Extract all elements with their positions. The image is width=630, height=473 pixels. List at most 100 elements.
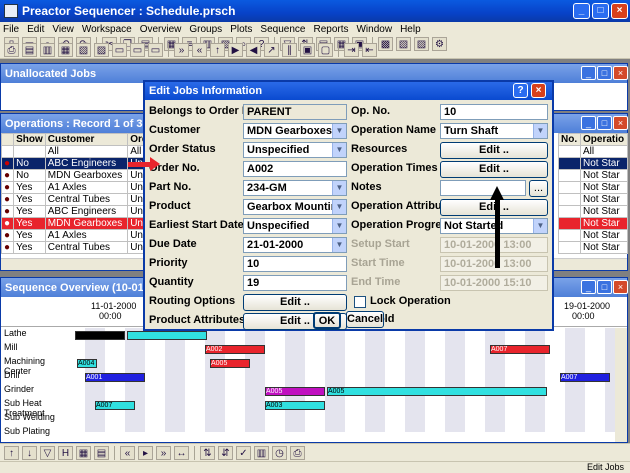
- fast-forward-icon[interactable]: »: [156, 445, 171, 460]
- chevron-down-icon[interactable]: ▼: [332, 143, 346, 157]
- part-no-select[interactable]: 234-GM ▼: [243, 180, 347, 196]
- table-row[interactable]: ● Yes Central Tubes Uns: [0, 241, 151, 254]
- maximize-button[interactable]: □: [592, 3, 609, 19]
- menu-window[interactable]: Window: [356, 24, 392, 35]
- arrows-icon[interactable]: ↔: [174, 445, 189, 460]
- rewind-icon[interactable]: «: [120, 445, 135, 460]
- table-row[interactable]: ● Yes ABC Engineers Uns: [0, 205, 151, 218]
- calendar-icon[interactable]: ▥: [254, 445, 269, 460]
- unschedule-icon[interactable]: ◀: [246, 42, 261, 57]
- menu-view[interactable]: View: [52, 24, 74, 35]
- gantt-bar[interactable]: [127, 331, 207, 340]
- table-row[interactable]: ● Yes A1 Axles Uns: [0, 229, 151, 242]
- calendar-icon[interactable]: ▧: [76, 42, 91, 57]
- menu-reports[interactable]: Reports: [313, 24, 348, 35]
- sequence-minimize-button[interactable]: _: [581, 280, 596, 294]
- unlock-icon[interactable]: ▢: [318, 42, 333, 57]
- chart-icon[interactable]: ▦: [76, 445, 91, 460]
- backward-schedule-icon[interactable]: «: [192, 42, 207, 57]
- gantt-bar[interactable]: [75, 331, 125, 340]
- lock-icon[interactable]: ▣: [300, 42, 315, 57]
- lock-operation-checkbox[interactable]: [354, 296, 366, 308]
- jobs-icon[interactable]: ▤: [22, 42, 37, 57]
- sequence-vscrollbar[interactable]: [615, 328, 627, 442]
- parallel-icon[interactable]: ∥: [282, 42, 297, 57]
- chevron-down-icon[interactable]: ▼: [332, 219, 346, 233]
- filter-operation[interactable]: All: [580, 145, 628, 158]
- gantt-bar[interactable]: A004: [77, 359, 97, 368]
- menu-overview[interactable]: Overview: [140, 24, 182, 35]
- gantt-bar[interactable]: A001: [85, 373, 145, 382]
- gantt-bar[interactable]: A007: [560, 373, 610, 382]
- view3-icon[interactable]: ▭: [148, 42, 163, 57]
- chevron-down-icon[interactable]: ▼: [332, 181, 346, 195]
- table-icon[interactable]: ▤: [94, 445, 109, 460]
- highlight-icon[interactable]: H: [58, 445, 73, 460]
- gantt-bar[interactable]: A002: [205, 345, 265, 354]
- table-row[interactable]: ● Yes A1 Axles Uns: [0, 181, 151, 194]
- gantt-bar[interactable]: A007: [95, 401, 135, 410]
- order-icon[interactable]: ⇵: [218, 445, 233, 460]
- sort-icon[interactable]: ⇅: [200, 445, 215, 460]
- gantt-bar[interactable]: A003: [265, 401, 325, 410]
- priority-field[interactable]: 10: [243, 256, 347, 272]
- chevron-down-icon[interactable]: ▼: [533, 124, 547, 138]
- dialog-help-button[interactable]: ?: [513, 83, 528, 98]
- resource-lathe[interactable]: Lathe: [1, 328, 65, 342]
- gantt-bar[interactable]: A005: [210, 359, 250, 368]
- resource-mill[interactable]: Mill: [1, 342, 65, 356]
- view2-icon[interactable]: ▭: [130, 42, 145, 57]
- quantity-field[interactable]: 19: [243, 275, 347, 291]
- unallocated-close-button[interactable]: ×: [613, 66, 628, 80]
- table-row[interactable]: ● Yes Central Tubes Uns: [0, 193, 151, 206]
- sequence-close-button[interactable]: ×: [613, 280, 628, 294]
- operations-maximize-button[interactable]: □: [597, 116, 612, 130]
- view1-icon[interactable]: ▭: [112, 42, 127, 57]
- play-icon[interactable]: ▸: [138, 445, 153, 460]
- menu-edit[interactable]: Edit: [27, 24, 44, 35]
- filter-customer[interactable]: All: [44, 145, 129, 158]
- earliest-start-select[interactable]: Unspecified ▼: [243, 218, 347, 234]
- resource-sub-welding[interactable]: Sub Welding: [1, 412, 65, 426]
- product-select[interactable]: Gearbox Mounting ▼: [243, 199, 347, 215]
- op-progress-select[interactable]: Not Started ▼: [440, 218, 548, 234]
- resource-sub-plating[interactable]: Sub Plating: [1, 426, 65, 438]
- print-icon[interactable]: ⎙: [290, 445, 305, 460]
- priority-icon[interactable]: ↑: [210, 42, 225, 57]
- check-icon[interactable]: ✓: [236, 445, 251, 460]
- due-date-select[interactable]: 21-01-2000 ▼: [243, 237, 347, 253]
- col-show[interactable]: Show: [13, 133, 46, 146]
- op-times-edit-button[interactable]: Edit ..: [440, 161, 548, 178]
- op-attributes-edit-button[interactable]: Edit ..: [440, 199, 548, 216]
- gantt-area[interactable]: A002 A007 A004 A005 A001 A007 A005 A005 …: [65, 328, 615, 432]
- print-icon[interactable]: ⎙: [4, 42, 19, 57]
- resource-grinder[interactable]: Grinder: [1, 384, 65, 398]
- menu-groups[interactable]: Groups: [189, 24, 222, 35]
- menu-help[interactable]: Help: [400, 24, 421, 35]
- menu-workspace[interactable]: Workspace: [82, 24, 132, 35]
- customer-select[interactable]: MDN Gearboxes ▼: [243, 123, 347, 139]
- operations-close-button[interactable]: ×: [613, 116, 628, 130]
- op-no-field[interactable]: 10: [440, 104, 548, 120]
- notes-browse-button[interactable]: ...: [529, 180, 548, 197]
- clock-icon[interactable]: ◷: [272, 445, 287, 460]
- table-row[interactable]: ● No MDN Gearboxes Uns: [0, 169, 151, 182]
- gantt-bar[interactable]: A005: [327, 387, 547, 396]
- minimize-button[interactable]: _: [573, 3, 590, 19]
- resource-drill[interactable]: Drill: [1, 370, 65, 384]
- chevron-down-icon[interactable]: ▼: [332, 200, 346, 214]
- sort-asc-icon[interactable]: ↑: [4, 445, 19, 460]
- schedule-icon[interactable]: ▶: [228, 42, 243, 57]
- chevron-down-icon[interactable]: ▼: [533, 219, 547, 233]
- col-operation[interactable]: Operatio: [580, 133, 628, 146]
- menu-plots[interactable]: Plots: [230, 24, 252, 35]
- gantt-bar[interactable]: A007: [490, 345, 550, 354]
- filter-icon[interactable]: ▽: [40, 445, 55, 460]
- resource-machining-center[interactable]: Machining Center: [1, 356, 65, 376]
- order-status-select[interactable]: Unspecified ▼: [243, 142, 347, 158]
- orders-icon[interactable]: ▥: [40, 42, 55, 57]
- operations-minimize-button[interactable]: _: [581, 116, 596, 130]
- ok-button[interactable]: OK: [313, 312, 341, 329]
- resources-icon[interactable]: ▦: [58, 42, 73, 57]
- col-customer[interactable]: Customer: [44, 133, 129, 146]
